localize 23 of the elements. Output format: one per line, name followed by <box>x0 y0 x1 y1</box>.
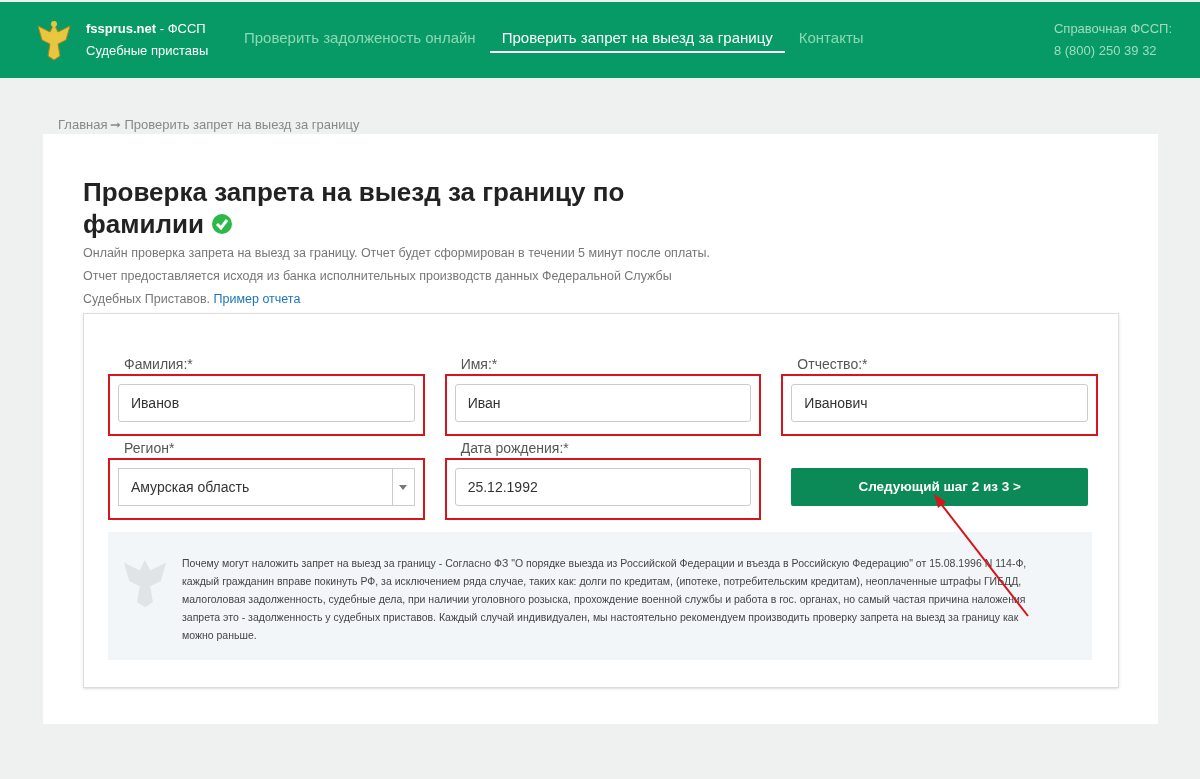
breadcrumb-separator: ➞ <box>110 116 122 135</box>
field-label: Имя:* <box>460 355 499 374</box>
caret-icon <box>399 484 408 490</box>
page-title: Проверка запрета на выезд за границу по фамилии <box>83 176 626 240</box>
description-text: Онлайн проверка запрета на выезд за границу. Отчет будет сформирован в течении 5 минут после оплаты. Отчет предоставляется исходя из банка исполнительных производств данных Федеральной Службы Судебных Приставов. Пример отчета <box>83 245 712 308</box>
region-select[interactable]: Амурская область <box>118 468 415 506</box>
input-field[interactable]: Иван <box>454 384 752 422</box>
breadcrumb-link[interactable]: Главная <box>58 115 108 135</box>
help-label: Справочная ФССП: <box>1053 20 1172 38</box>
field-label: Дата рождения:* <box>460 439 570 458</box>
field-label: Фамилия:* <box>124 355 194 374</box>
field-label: Регион* <box>124 439 176 458</box>
next-step-button[interactable]: Следующий шаг 2 из 3 > <box>791 468 1088 506</box>
sample-report-link[interactable]: Пример отчета <box>213 292 301 306</box>
input-field[interactable]: 25.12.1992 <box>454 468 752 506</box>
help-phone: 8 (800) 250 39 32 <box>1053 42 1158 60</box>
nav-link[interactable]: Проверить запрет на выезд за границу <box>489 26 785 54</box>
input-field[interactable]: Иванов <box>118 384 415 422</box>
site-brand[interactable]: fssprus.net - ФССП <box>86 18 236 40</box>
field-label: Отчество:* <box>797 355 869 374</box>
input-field[interactable]: Иванович <box>791 384 1088 422</box>
site-subtitle: Судебные приставы <box>86 42 210 60</box>
breadcrumb-current: Проверить запрет на выезд за границу <box>124 116 360 135</box>
